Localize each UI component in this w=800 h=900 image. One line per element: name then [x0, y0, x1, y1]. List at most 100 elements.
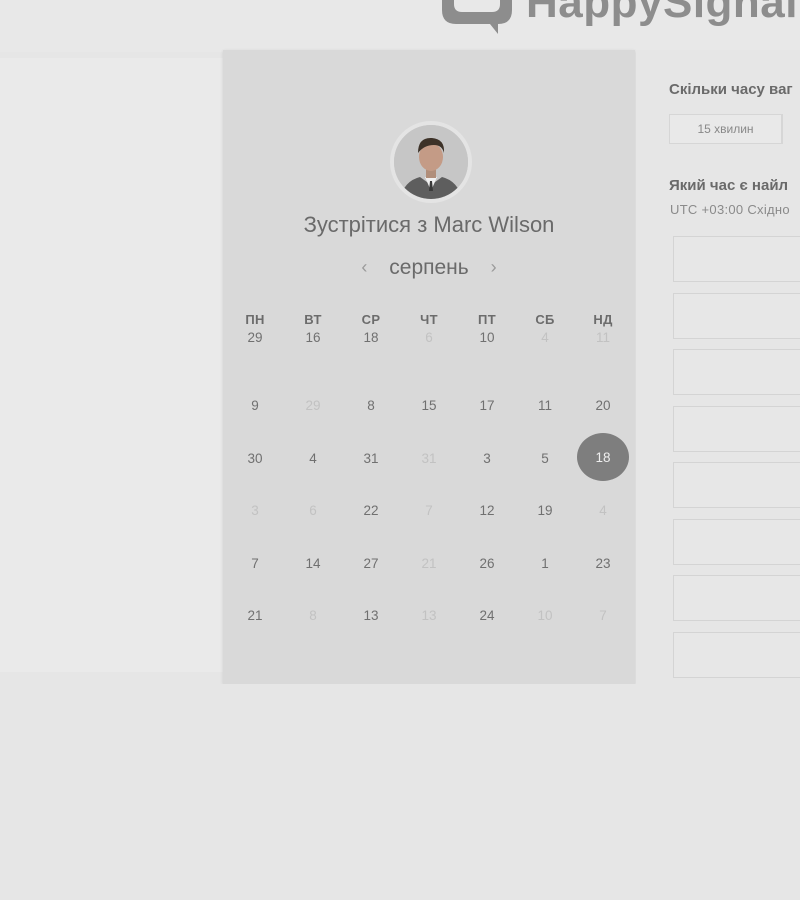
calendar-day-number: 7 [251, 555, 259, 571]
time-slot-button[interactable] [673, 462, 800, 508]
calendar-day: 7 [400, 485, 458, 537]
calendar-day[interactable]: 27 [342, 537, 400, 589]
calendar-day-number: 21 [247, 608, 263, 623]
calendar-day[interactable]: 21 [226, 590, 284, 642]
calendar-day-number: 1 [541, 555, 549, 571]
calendar-day: 11 [574, 327, 632, 379]
meeting-title-prefix: Зустрітися з [303, 212, 428, 237]
logo-bubble-icon [442, 0, 512, 34]
calendar-day-number: 3 [483, 450, 491, 466]
time-slot-button[interactable] [673, 292, 800, 339]
host-avatar [390, 121, 472, 203]
calendar-day[interactable]: 10 [458, 327, 516, 379]
calendar-day: 21 [400, 537, 458, 589]
meeting-title: Зустрітися з Marc Wilson [223, 212, 635, 238]
chevron-left-icon[interactable]: ‹ [345, 257, 383, 278]
duration-question: Скільки часу ваг [669, 81, 793, 98]
time-slot-button[interactable] [673, 518, 800, 565]
calendar-day-number: 22 [363, 503, 379, 518]
calendar-day-number: 6 [425, 330, 433, 345]
calendar-week-row: 7 14 27 21 26 1 23 [226, 537, 632, 590]
calendar-day-number: 29 [305, 398, 321, 413]
calendar-day: 3 [226, 485, 284, 537]
calendar-day-number: 3 [251, 503, 259, 518]
timezone-label: UTC +03:00 Східно [670, 202, 790, 217]
weekday-label: СБ [535, 312, 555, 327]
calendar-day[interactable]: 13 [342, 590, 400, 642]
calendar-day-number: 31 [363, 450, 379, 466]
calendar-day-number: 7 [599, 608, 607, 623]
calendar-day-number: 23 [595, 555, 611, 571]
calendar-day[interactable]: 29 [226, 327, 284, 379]
calendar-day: 31 [400, 432, 458, 484]
calendar-week-row: 30 4 31 31 3 5 18 [226, 432, 632, 485]
calendar-day-number: 7 [425, 503, 433, 518]
calendar-day-number: 15 [421, 398, 437, 413]
calendar-day-number: 9 [251, 398, 259, 413]
calendar-day[interactable]: 23 [574, 537, 632, 589]
calendar-week-row: 29 16 18 6 10 4 11 [226, 327, 632, 380]
calendar-day[interactable]: 11 [516, 380, 574, 432]
weekday-label: ПН [245, 312, 265, 327]
calendar-card: Зустрітися з Marc Wilson ‹ серпень › ПН В… [223, 50, 635, 684]
weekday-header-row: ПН ВТ СР ЧТ ПТ СБ НД [226, 312, 632, 327]
calendar-day: 6 [400, 327, 458, 379]
page-background [0, 684, 800, 900]
calendar-day-number: 30 [247, 450, 263, 466]
calendar-day-number: 4 [599, 503, 607, 518]
calendar-day[interactable]: 26 [458, 537, 516, 589]
calendar-day-number: 16 [305, 330, 321, 345]
calendar-day: 13 [400, 590, 458, 642]
calendar-day[interactable]: 31 [342, 432, 400, 484]
calendar-grid: ПН ВТ СР ЧТ ПТ СБ НД 29 16 18 6 10 4 11 9 29 8 15 17 11 20 3… [226, 312, 632, 642]
weekday-label: ПТ [478, 312, 496, 327]
calendar-day[interactable]: 24 [458, 590, 516, 642]
calendar-day[interactable]: 18 [342, 327, 400, 379]
calendar-day-number: 11 [595, 330, 610, 345]
calendar-day-number: 31 [421, 450, 437, 466]
calendar-day-number: 20 [595, 398, 611, 413]
calendar-week-row: 21 8 13 13 24 10 7 [226, 590, 632, 643]
month-navigation: ‹ серпень › [223, 256, 635, 280]
calendar-day[interactable]: 5 [516, 432, 574, 484]
calendar-day-number: 14 [305, 555, 321, 571]
time-slot-button[interactable] [673, 575, 800, 621]
calendar-day[interactable]: 19 [516, 485, 574, 537]
calendar-day[interactable]: 20 [574, 380, 632, 432]
calendar-day: 6 [284, 485, 342, 537]
calendar-day[interactable]: 17 [458, 380, 516, 432]
top-bar: HappySignal [0, 0, 800, 52]
calendar-day[interactable]: 7 [226, 537, 284, 589]
calendar-day[interactable]: 1 [516, 537, 574, 589]
time-slot-button[interactable] [673, 236, 800, 282]
logo-text: HappySignal [526, 0, 798, 27]
calendar-day-number: 13 [363, 608, 379, 623]
time-slot-button[interactable] [673, 405, 800, 452]
calendar-day[interactable]: 16 [284, 327, 342, 379]
calendar-weeks: 29 16 18 6 10 4 11 9 29 8 15 17 11 20 30 4 31 31 3 5 18 3 6 22 7… [226, 327, 632, 642]
calendar-day[interactable]: 9 [226, 380, 284, 432]
calendar-day[interactable]: 12 [458, 485, 516, 537]
calendar-day[interactable]: 4 [284, 432, 342, 484]
calendar-day[interactable]: 15 [400, 380, 458, 432]
calendar-day-number: 10 [479, 330, 495, 345]
calendar-day[interactable]: 14 [284, 537, 342, 589]
calendar-day-selected[interactable]: 18 [574, 432, 632, 484]
duration-option-button-2[interactable] [782, 114, 800, 144]
calendar-day[interactable]: 8 [342, 380, 400, 432]
time-slot-button[interactable] [673, 631, 800, 678]
calendar-day[interactable]: 3 [458, 432, 516, 484]
calendar-day[interactable]: 22 [342, 485, 400, 537]
chevron-right-icon[interactable]: › [475, 257, 513, 278]
calendar-day-number: 11 [537, 398, 552, 413]
calendar-day[interactable]: 30 [226, 432, 284, 484]
calendar-day: 29 [284, 380, 342, 432]
calendar-day-number: 8 [367, 398, 375, 413]
calendar-day-number: 5 [541, 450, 549, 466]
calendar-day-number: 10 [537, 608, 553, 623]
calendar-day: 4 [516, 327, 574, 379]
duration-option-button[interactable]: 15 хвилин [669, 114, 782, 144]
time-slot-button[interactable] [673, 349, 800, 395]
calendar-day-number: 24 [479, 608, 495, 623]
calendar-day-number: 21 [421, 555, 437, 571]
